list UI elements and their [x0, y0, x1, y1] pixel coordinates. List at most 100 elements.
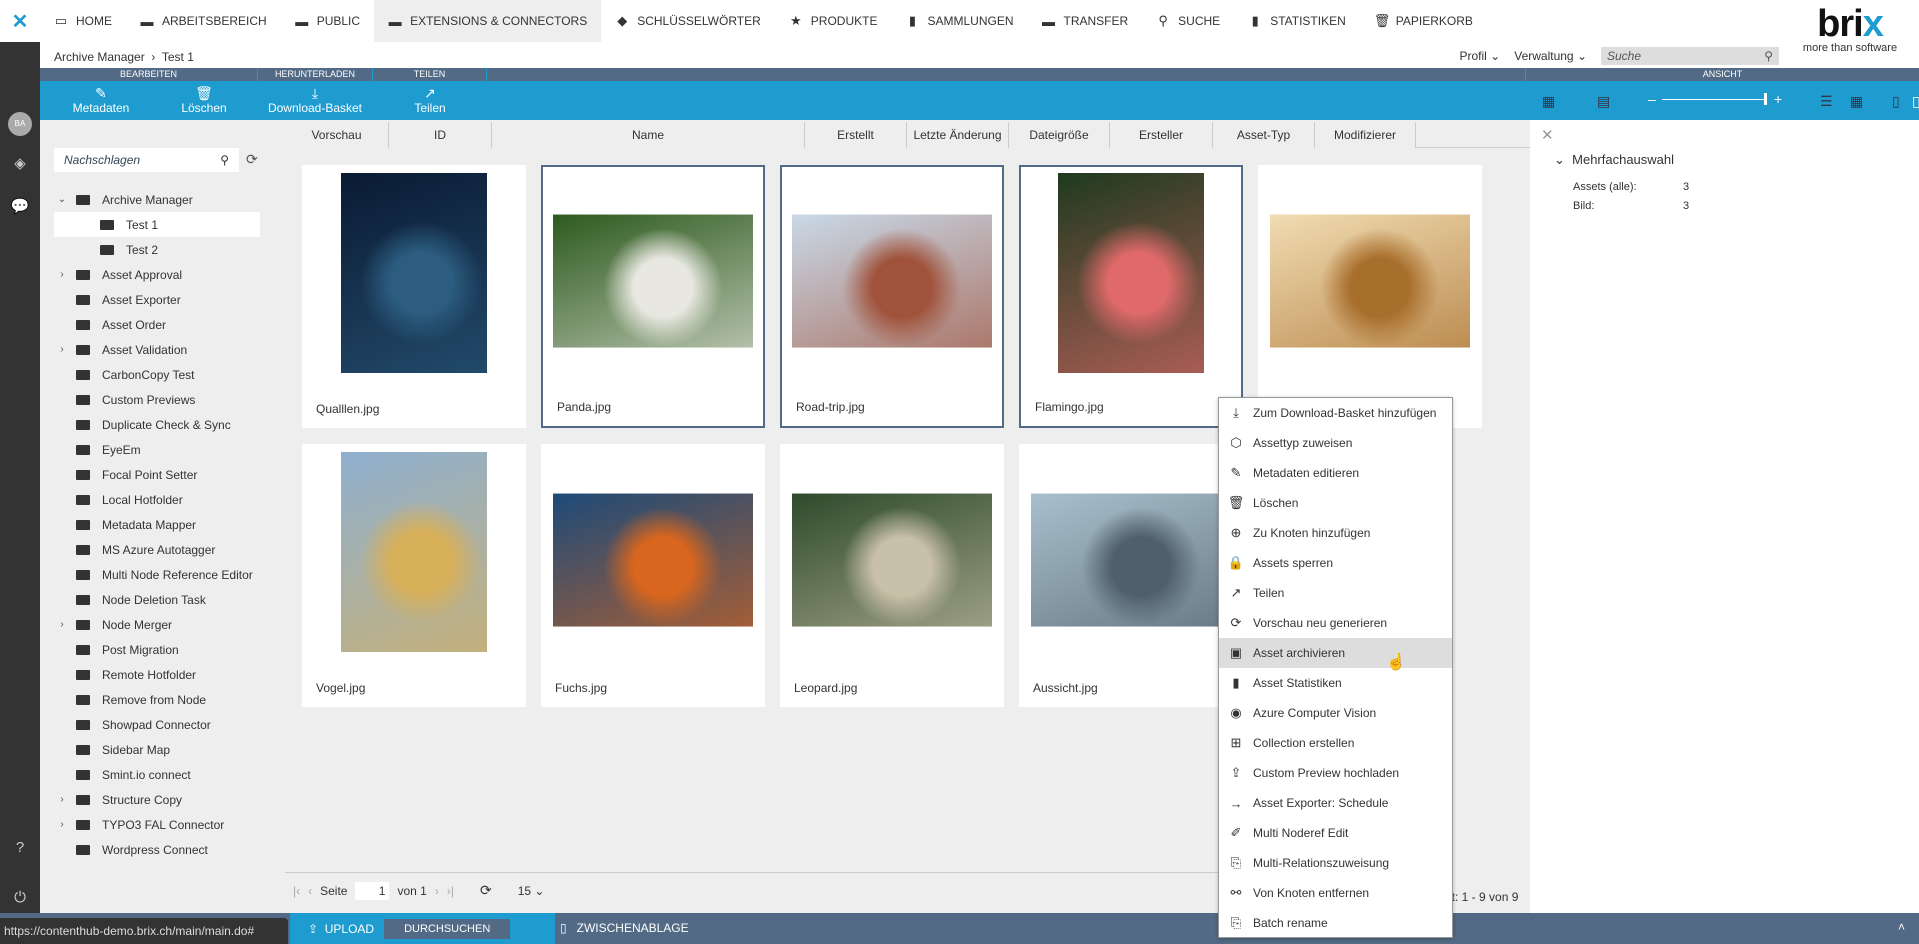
- asset-card[interactable]: [1258, 165, 1482, 428]
- tree-item[interactable]: Smint.io connect: [54, 762, 260, 787]
- tree-item[interactable]: Multi Node Reference Editor: [54, 562, 260, 587]
- asset-thumbnail[interactable]: [553, 214, 753, 348]
- tree-item[interactable]: Focal Point Setter: [54, 462, 260, 487]
- context-menu-item[interactable]: ⎘ Batch rename: [1219, 908, 1452, 938]
- asset-thumbnail[interactable]: [341, 172, 487, 373]
- column-header[interactable]: Letzte Änderung: [907, 122, 1009, 148]
- asset-thumbnail[interactable]: [341, 451, 487, 652]
- column-header[interactable]: Dateigröße: [1009, 122, 1110, 148]
- context-menu-item[interactable]: ◉ Azure Computer Vision: [1219, 698, 1452, 728]
- asset-thumbnail[interactable]: [553, 493, 753, 627]
- context-menu-item[interactable]: ▣ Asset archivieren: [1219, 638, 1452, 668]
- column-header[interactable]: Asset-Typ: [1213, 122, 1315, 148]
- browse-button[interactable]: DURCHSUCHEN: [384, 918, 511, 939]
- search-icon[interactable]: ⚲: [220, 153, 229, 167]
- context-menu-item[interactable]: → Asset Exporter: Schedule: [1219, 788, 1452, 818]
- context-menu-item[interactable]: ⤓ Zum Download-Basket hinzufügen: [1219, 398, 1452, 428]
- thumbnail-size-slider[interactable]: – +: [1648, 91, 1788, 107]
- asset-card[interactable]: Panda.jpg: [541, 165, 765, 428]
- context-menu-item[interactable]: ⚯ Von Knoten entfernen: [1219, 878, 1452, 908]
- asset-thumbnail[interactable]: [1058, 172, 1204, 373]
- context-menu-item[interactable]: ⎘ Multi-Relationszuweisung: [1219, 848, 1452, 878]
- tree-item[interactable]: › Node Merger: [54, 612, 260, 637]
- nav-papierkorb[interactable]: 🗑 PAPIERKORB: [1360, 0, 1487, 42]
- global-search-input[interactable]: Suche ⚲: [1601, 47, 1779, 65]
- tree-item[interactable]: Asset Exporter: [54, 287, 260, 312]
- context-menu-item[interactable]: ✐ Multi Noderef Edit: [1219, 818, 1452, 848]
- tree-item[interactable]: › Asset Approval: [54, 262, 260, 287]
- close-icon[interactable]: ✕: [1541, 126, 1554, 144]
- tree-item[interactable]: CarbonCopy Test: [54, 362, 260, 387]
- tree-item[interactable]: Local Hotfolder: [54, 487, 260, 512]
- delete-button[interactable]: 🗑 Löschen: [174, 85, 234, 115]
- context-menu-item[interactable]: ⟳ Vorschau neu generieren: [1219, 608, 1452, 638]
- multiselect-section-toggle[interactable]: ⌄ Mehrfachauswahl: [1554, 152, 1674, 168]
- context-menu-item[interactable]: ⇪ Custom Preview hochladen: [1219, 758, 1452, 788]
- column-header[interactable]: Ersteller: [1110, 122, 1213, 148]
- app-close-logo-icon[interactable]: ✕: [0, 9, 40, 34]
- tree-item[interactable]: Asset Order: [54, 312, 260, 337]
- tree-item[interactable]: Remote Hotfolder: [54, 662, 260, 687]
- tree-item[interactable]: Remove from Node: [54, 687, 260, 712]
- asset-card[interactable]: Leopard.jpg: [780, 444, 1004, 707]
- tree-item[interactable]: Node Deletion Task: [54, 587, 260, 612]
- breadcrumb-item[interactable]: Test 1: [162, 50, 194, 64]
- profile-menu[interactable]: Profil ⌄: [1460, 49, 1501, 63]
- tree-item[interactable]: › Structure Copy: [54, 787, 260, 812]
- tree-view-icon[interactable]: ▦: [1542, 93, 1555, 110]
- first-page-icon[interactable]: |‹: [293, 884, 300, 898]
- asset-card[interactable]: Qualllen.jpg: [302, 165, 526, 428]
- nav-transfer[interactable]: ▬ TRANSFER: [1028, 0, 1143, 42]
- admin-menu[interactable]: Verwaltung ⌄: [1514, 49, 1587, 63]
- layout-no-panel-icon[interactable]: ▯: [1892, 93, 1900, 110]
- page-input[interactable]: 1: [355, 881, 390, 900]
- share-button[interactable]: ↗ Teilen: [400, 85, 460, 115]
- context-menu-item[interactable]: ⊕ Zu Knoten hinzufügen: [1219, 518, 1452, 548]
- context-menu-item[interactable]: ⬡ Assettyp zuweisen: [1219, 428, 1452, 458]
- column-header[interactable]: Vorschau: [285, 122, 389, 148]
- tree-item[interactable]: Post Migration: [54, 637, 260, 662]
- asset-thumbnail[interactable]: [1031, 493, 1231, 627]
- search-icon[interactable]: ⚲: [1764, 49, 1773, 63]
- clipboard-button[interactable]: ▯ ZWISCHENABLAGE: [560, 921, 689, 935]
- refresh-icon[interactable]: ⟳: [246, 151, 258, 168]
- tree-item[interactable]: Test 1: [54, 212, 260, 237]
- column-header[interactable]: Name: [492, 122, 805, 148]
- asset-card[interactable]: Fuchs.jpg: [541, 444, 765, 707]
- column-header[interactable]: Modifizierer: [1315, 122, 1416, 148]
- nav-home[interactable]: ▭ HOME: [40, 0, 126, 42]
- metadata-button[interactable]: ✎ Metadaten: [66, 85, 136, 115]
- nav-statistiken[interactable]: ▮ STATISTIKEN: [1234, 0, 1360, 42]
- tree-item[interactable]: Sidebar Map: [54, 737, 260, 762]
- avatar[interactable]: BA: [8, 112, 32, 136]
- next-page-icon[interactable]: ›: [435, 884, 439, 898]
- chevron-icon[interactable]: ›: [54, 344, 70, 355]
- list-view-icon[interactable]: ☰: [1820, 93, 1833, 110]
- tree-search-input[interactable]: Nachschlagen ⚲: [54, 148, 239, 172]
- asset-card[interactable]: Flamingo.jpg: [1019, 165, 1243, 428]
- chat-icon[interactable]: 💬: [0, 197, 40, 215]
- tree-item[interactable]: Custom Previews: [54, 387, 260, 412]
- asset-thumbnail[interactable]: [1270, 214, 1470, 348]
- nav-public[interactable]: ▬ PUBLIC: [281, 0, 374, 42]
- asset-card[interactable]: Road-trip.jpg: [780, 165, 1004, 428]
- context-menu-item[interactable]: ▮ Asset Statistiken: [1219, 668, 1452, 698]
- folder-settings-icon[interactable]: ▤: [1597, 93, 1610, 110]
- tree-item[interactable]: MS Azure Autotagger: [54, 537, 260, 562]
- tree-item[interactable]: Wordpress Connect: [54, 837, 260, 862]
- reload-icon[interactable]: ⟳: [480, 882, 492, 899]
- asset-thumbnail[interactable]: [792, 493, 992, 627]
- layout-right-panel-icon[interactable]: ◨: [1912, 93, 1919, 110]
- tree-item[interactable]: Duplicate Check & Sync: [54, 412, 260, 437]
- last-page-icon[interactable]: ›|: [447, 884, 454, 898]
- column-header[interactable]: ID: [389, 122, 492, 148]
- asset-card[interactable]: Vogel.jpg: [302, 444, 526, 707]
- tree-item[interactable]: EyeEm: [54, 437, 260, 462]
- chevron-icon[interactable]: ›: [54, 619, 70, 630]
- context-menu-item[interactable]: 🗑 Löschen: [1219, 488, 1452, 518]
- context-menu-item[interactable]: ✎ Metadaten editieren: [1219, 458, 1452, 488]
- nav-schlüsselwörter[interactable]: ◆ SCHLÜSSELWÖRTER: [601, 0, 775, 42]
- chevron-up-icon[interactable]: ˄: [1898, 920, 1905, 934]
- tree-item[interactable]: Showpad Connector: [54, 712, 260, 737]
- chevron-icon[interactable]: ⌄: [54, 194, 70, 205]
